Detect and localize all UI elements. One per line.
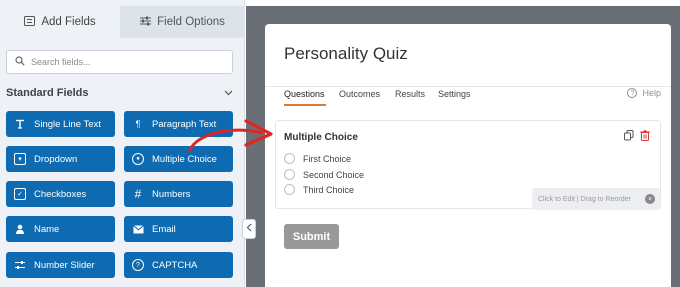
- field-button-email[interactable]: Email: [124, 216, 233, 242]
- form-title: Personality Quiz: [284, 44, 408, 63]
- collapse-panel-button[interactable]: [242, 219, 256, 239]
- question-circle-icon: ?: [132, 259, 144, 271]
- form-preview-card: Personality Quiz Questions Outcomes Resu…: [265, 24, 671, 287]
- field-button-label: Dropdown: [34, 153, 78, 165]
- help-label: Help: [642, 88, 661, 98]
- tab-outcomes[interactable]: Outcomes: [339, 89, 380, 99]
- tab-add-fields[interactable]: Add Fields: [0, 6, 120, 38]
- close-icon[interactable]: ×: [645, 194, 655, 204]
- field-button-numbers[interactable]: # Numbers: [124, 181, 233, 207]
- tab-field-options[interactable]: Field Options: [120, 6, 245, 38]
- envelope-icon: [132, 223, 144, 235]
- delete-icon[interactable]: [640, 130, 650, 144]
- help-link[interactable]: ? Help: [627, 88, 661, 98]
- search-box: [6, 50, 233, 74]
- field-button-name[interactable]: Name: [6, 216, 115, 242]
- field-button-number-slider[interactable]: Number Slider: [6, 252, 115, 278]
- field-button-label: Single Line Text: [34, 118, 101, 130]
- field-panel: Add Fields Field Options Standard Fields…: [0, 0, 245, 287]
- chevron-left-icon: [246, 223, 252, 235]
- field-button-captcha[interactable]: ? CAPTCHA: [124, 252, 233, 278]
- dropdown-icon: ▾: [14, 153, 26, 165]
- field-button-multiple-choice[interactable]: ● Multiple Choice: [124, 146, 233, 172]
- field-button-label: Name: [34, 223, 60, 235]
- field-button-single-line-text[interactable]: Single Line Text: [6, 111, 115, 137]
- paragraph-icon: ¶: [135, 119, 141, 129]
- choice-option[interactable]: Third Choice: [284, 184, 354, 195]
- checkbox-icon: ✓: [14, 188, 26, 200]
- choice-label: Second Choice: [303, 169, 365, 180]
- field-button-label: Paragraph Text: [152, 118, 217, 130]
- sliders-icon: [140, 16, 152, 29]
- field-button-label: Numbers: [152, 188, 191, 200]
- tab-settings[interactable]: Settings: [438, 89, 471, 99]
- choice-label: First Choice: [303, 153, 352, 164]
- radio-icon: ●: [132, 153, 144, 165]
- multiple-choice-field[interactable]: Multiple Choice First Choice Second Choi…: [275, 120, 661, 210]
- radio-button[interactable]: [284, 153, 295, 164]
- field-button-dropdown[interactable]: ▾ Dropdown: [6, 146, 115, 172]
- field-button-label: Email: [152, 223, 176, 235]
- help-icon: ?: [627, 88, 638, 98]
- form-builder-area: Personality Quiz Questions Outcomes Resu…: [246, 0, 680, 287]
- panel-tabs: Add Fields Field Options: [0, 6, 245, 38]
- radio-button[interactable]: [284, 184, 295, 195]
- field-button-paragraph-text[interactable]: ¶ Paragraph Text: [124, 111, 233, 137]
- tab-questions[interactable]: Questions: [284, 89, 325, 99]
- tabs-divider: [265, 86, 671, 87]
- slider-icon: [14, 259, 26, 271]
- tab-field-options-label: Field Options: [157, 16, 225, 28]
- section-title: Standard Fields: [6, 87, 89, 99]
- search-icon: [15, 55, 25, 69]
- tab-results[interactable]: Results: [395, 89, 425, 99]
- field-button-label: Number Slider: [34, 259, 95, 271]
- drag-hint-label: Click to Edit | Drag to Reorder: [538, 195, 631, 203]
- field-button-label: Checkboxes: [34, 188, 87, 200]
- standard-fields-header[interactable]: Standard Fields: [6, 86, 233, 100]
- radio-button[interactable]: [284, 169, 295, 180]
- search-input[interactable]: [31, 57, 221, 67]
- choice-option[interactable]: Second Choice: [284, 169, 364, 180]
- text-icon: [14, 118, 26, 130]
- field-button-label: CAPTCHA: [152, 259, 198, 271]
- top-strip: [246, 0, 680, 6]
- field-button-label: Multiple Choice: [152, 153, 217, 165]
- submit-button[interactable]: Submit: [284, 224, 339, 249]
- hash-icon: #: [134, 187, 142, 201]
- choice-option[interactable]: First Choice: [284, 153, 351, 164]
- chevron-down-icon: [224, 88, 233, 99]
- field-label: Multiple Choice: [284, 132, 358, 143]
- tab-add-fields-label: Add Fields: [41, 16, 96, 28]
- duplicate-icon[interactable]: [624, 130, 634, 144]
- list-icon: [24, 15, 36, 29]
- choice-label: Third Choice: [303, 184, 355, 195]
- field-button-checkboxes[interactable]: ✓ Checkboxes: [6, 181, 115, 207]
- user-icon: [14, 223, 26, 235]
- active-tab-underline: [284, 104, 326, 106]
- drag-hint: Click to Edit | Drag to Reorder ×: [532, 188, 660, 210]
